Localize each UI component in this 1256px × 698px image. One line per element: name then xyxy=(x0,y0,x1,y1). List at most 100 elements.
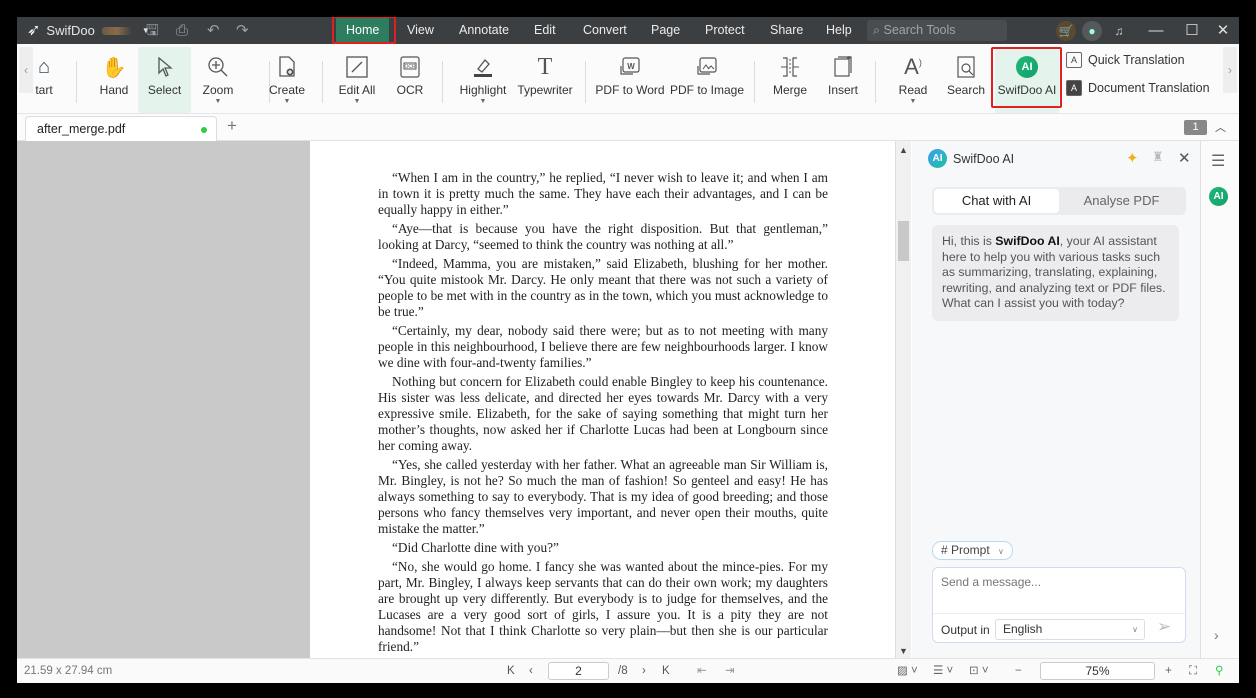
minimize-button[interactable]: — xyxy=(1144,17,1168,44)
select-button[interactable]: Select xyxy=(138,47,191,113)
scroll-up-icon[interactable]: ▲ xyxy=(896,145,911,155)
typewriter-label: Typewriter xyxy=(517,83,573,97)
tab-protect[interactable]: Protect xyxy=(695,17,755,44)
print-icon[interactable]: ⎙ xyxy=(176,17,188,44)
tab-edit[interactable]: Edit xyxy=(524,17,566,44)
ai-panel: AI SwifDoo AI ✦ ♜ ✕ Chat with AI Analyse… xyxy=(912,141,1201,658)
first-page-icon[interactable]: K xyxy=(507,659,515,683)
search-tools-input[interactable]: ⌕ Search Tools xyxy=(867,20,1007,41)
page-layout-icon[interactable]: ☰ ˅ xyxy=(933,659,953,683)
ribbon-scroll-right[interactable]: › xyxy=(1223,47,1237,93)
search-icon xyxy=(943,53,989,81)
maximize-button[interactable]: ☐ xyxy=(1180,17,1204,44)
chevron-down-icon: ▼ xyxy=(909,98,917,105)
next-page-icon[interactable]: › xyxy=(642,659,646,683)
pin-icon[interactable]: ⚲ xyxy=(1215,659,1223,683)
search-tools-placeholder: Search Tools xyxy=(883,23,956,37)
right-sidebar: ☰ AI › xyxy=(1201,141,1239,658)
user-avatar-icon[interactable]: ● xyxy=(1082,21,1102,41)
insert-label: Insert xyxy=(827,83,858,97)
page-number-input[interactable]: 2 xyxy=(548,662,609,680)
hand-icon: ✋ xyxy=(101,56,127,79)
search-tools-icon: ⌕ xyxy=(873,23,881,37)
tab-page[interactable]: Page xyxy=(641,17,690,44)
highlight-button[interactable]: Highlight ▼ xyxy=(455,47,511,113)
zoom-button[interactable]: Zoom ▼ xyxy=(195,47,241,113)
pdf-to-image-button[interactable]: PDF to Image xyxy=(670,47,744,113)
tab-share[interactable]: Share xyxy=(760,17,813,44)
sparkle-icon[interactable]: ✦ xyxy=(1126,149,1139,167)
zoom-in-icon[interactable]: + xyxy=(1165,659,1172,683)
edit-all-button[interactable]: Edit All ▼ xyxy=(333,47,381,113)
ai-panel-header: AI SwifDoo AI xyxy=(928,149,1014,168)
fullscreen-icon[interactable]: ⛶ xyxy=(1189,659,1197,683)
pdf-to-image-icon xyxy=(670,53,744,81)
last-page-icon[interactable]: K xyxy=(662,659,670,683)
document-translation-button[interactable]: A Document Translation xyxy=(1066,80,1210,96)
forward-view-icon[interactable]: ⇥ xyxy=(725,659,735,683)
pdf-to-word-button[interactable]: W PDF to Word xyxy=(595,47,665,113)
tab-chat-with-ai[interactable]: Chat with AI xyxy=(934,189,1059,213)
undo-icon[interactable]: ↶ xyxy=(207,17,220,44)
create-button[interactable]: Create ▼ xyxy=(264,47,310,113)
output-language-select[interactable]: English ∨ xyxy=(995,619,1145,640)
document-scrollbar[interactable]: ▲ ▼ xyxy=(895,141,911,658)
quick-translation-label: Quick Translation xyxy=(1088,53,1185,67)
scrollbar-thumb[interactable] xyxy=(898,221,909,261)
paragraph: “Yes, she called yesterday with her fath… xyxy=(378,457,828,536)
merge-button[interactable]: Merge xyxy=(769,47,811,113)
edit-all-label: Edit All xyxy=(338,83,376,97)
add-tab-button[interactable]: + xyxy=(227,116,237,136)
message-input[interactable] xyxy=(941,575,1176,589)
search-button[interactable]: Search xyxy=(943,47,989,113)
highlight-label: Highlight xyxy=(459,83,507,97)
tab-view[interactable]: View xyxy=(397,17,444,44)
ai-sidebar-icon[interactable]: AI xyxy=(1209,187,1228,206)
read-button[interactable]: A) Read ▼ xyxy=(893,47,933,113)
zoom-icon xyxy=(195,53,241,81)
zoom-level-input[interactable]: 75% xyxy=(1040,662,1155,680)
select-label: Select xyxy=(147,83,182,97)
settings-sliders-icon[interactable]: ☰ xyxy=(1211,151,1225,171)
redo-icon[interactable]: ↷ xyxy=(236,17,249,44)
current-page: 2 xyxy=(575,664,582,678)
app-menu[interactable]: ➶ SwifDoo ▼ xyxy=(27,17,150,44)
prev-page-icon[interactable]: ‹ xyxy=(529,659,533,683)
bell-icon[interactable]: ♫ xyxy=(1109,21,1129,41)
typewriter-icon: T xyxy=(537,53,553,80)
close-panel-icon[interactable]: ✕ xyxy=(1178,149,1191,167)
cart-icon[interactable]: 🛒 xyxy=(1056,21,1076,41)
save-icon[interactable]: 🖫 xyxy=(146,17,159,44)
document-tab[interactable]: after_merge.pdf xyxy=(25,116,217,141)
merge-label: Merge xyxy=(772,83,807,97)
tab-convert[interactable]: Convert xyxy=(573,17,637,44)
scroll-down-icon[interactable]: ▼ xyxy=(896,646,911,656)
back-view-icon[interactable]: ⇤ xyxy=(697,659,707,683)
actual-size-icon[interactable]: ⊡ ˅ xyxy=(969,659,989,683)
typewriter-button[interactable]: T Typewriter xyxy=(516,47,574,113)
chevron-down-icon: ▼ xyxy=(283,98,291,105)
clear-broom-icon[interactable]: ♜ xyxy=(1152,149,1164,165)
tab-annotate[interactable]: Annotate xyxy=(449,17,519,44)
edit-icon xyxy=(333,53,381,81)
zoom-out-icon[interactable]: − xyxy=(1015,659,1022,683)
close-window-button[interactable]: ✕ xyxy=(1211,17,1235,44)
hand-button[interactable]: ✋ Hand xyxy=(92,47,136,113)
prompt-dropdown[interactable]: # Prompt ∨ xyxy=(932,541,1013,560)
document-tab-label: after_merge.pdf xyxy=(37,122,126,136)
insert-button[interactable]: Insert xyxy=(823,47,863,113)
output-language-label: Output in xyxy=(941,623,990,637)
send-icon[interactable]: ➢ xyxy=(1157,617,1171,637)
background-pattern-icon[interactable]: ▨ ˅ xyxy=(897,659,918,683)
start-button[interactable]: ⌂ tart xyxy=(29,47,59,113)
collapse-ribbon-icon[interactable]: ︿ xyxy=(1215,119,1226,135)
paragraph: “No, she would go home. I fancy she was … xyxy=(378,559,828,654)
quick-translation-button[interactable]: A Quick Translation xyxy=(1066,52,1185,68)
paragraph: “Aye—that is because you have the right … xyxy=(378,221,828,252)
ocr-button[interactable]: OCR OCR xyxy=(390,47,430,113)
tab-analyse-pdf[interactable]: Analyse PDF xyxy=(1059,189,1184,213)
expand-right-icon[interactable]: › xyxy=(1214,627,1219,643)
status-bar: 21.59 x 27.94 cm K ‹ 2 /8 › K ⇤ ⇥ ▨ ˅ ☰ … xyxy=(17,658,1239,683)
tab-help[interactable]: Help xyxy=(816,17,862,44)
quick-translation-icon: A xyxy=(1066,52,1082,68)
